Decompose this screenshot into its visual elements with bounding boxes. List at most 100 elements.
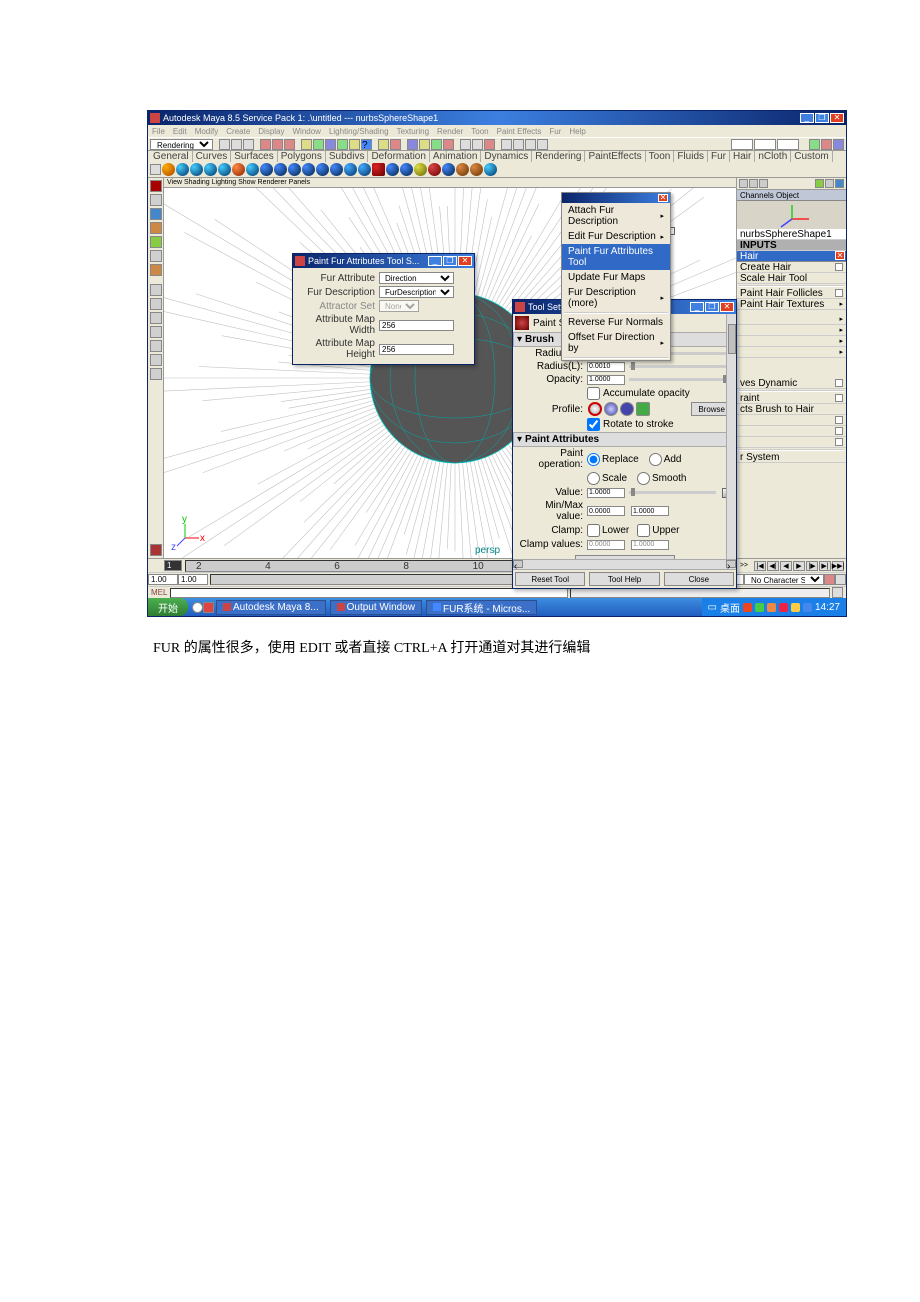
opacity-input[interactable] (587, 375, 625, 385)
layout-icon[interactable] (150, 326, 162, 338)
menu-item[interactable]: Attach Fur Description▸ (562, 203, 670, 229)
menu-modify[interactable]: Modify (195, 127, 219, 136)
maximize-button[interactable]: ❐ (443, 256, 457, 266)
command-input[interactable] (170, 588, 568, 598)
profile-soft-icon[interactable] (604, 402, 618, 416)
tool-icon[interactable] (272, 139, 283, 150)
shelf-tab[interactable]: Dynamics (481, 151, 532, 162)
list-item[interactable]: ▸ (737, 325, 846, 336)
option-box-icon[interactable] (835, 289, 843, 297)
tray-icon[interactable] (779, 603, 788, 612)
shelf-item-icon[interactable] (232, 163, 245, 176)
rotate-tool-icon[interactable] (150, 222, 162, 234)
shelf-tab[interactable]: PaintEffects (585, 151, 645, 162)
menu-create[interactable]: Create (226, 127, 250, 136)
tool-icon[interactable] (407, 139, 418, 150)
shelf-item-icon[interactable] (330, 163, 343, 176)
system-tray[interactable]: ▭ 桌面 14:27 (702, 598, 846, 616)
tool-icon[interactable] (460, 139, 471, 150)
tool-icon[interactable] (378, 139, 389, 150)
time-slider[interactable]: 2 4 6 8 10 12 14 16 << >> |◀ ◀| ◀ ▶ |▶ ▶… (148, 558, 846, 572)
menu-item[interactable]: Update Fur Maps (562, 270, 670, 285)
move-tool-icon[interactable] (150, 208, 162, 220)
list-item[interactable] (737, 437, 846, 448)
shelf-tabs[interactable]: General Curves Surfaces Polygons Subdivs… (148, 151, 846, 162)
maximize-button[interactable]: ❐ (705, 302, 719, 312)
shelf-tab[interactable]: Rendering (532, 151, 585, 162)
cb-icon[interactable] (815, 179, 824, 188)
op-replace-radio[interactable] (587, 453, 600, 466)
play-back-button[interactable]: ◀ (780, 561, 792, 571)
menu-item[interactable]: Fur Description (more)▸ (562, 285, 670, 311)
coord-y-input[interactable] (754, 139, 776, 150)
character-select[interactable]: No Character Set (744, 574, 824, 585)
profile-solid-icon[interactable] (620, 402, 634, 416)
tray-icon[interactable] (755, 603, 764, 612)
play-button[interactable]: ▶ (793, 561, 805, 571)
tool-icon[interactable] (313, 139, 324, 150)
shelf-tab[interactable]: Toon (646, 151, 675, 162)
shelf-tab[interactable]: Hair (730, 151, 755, 162)
taskbar-item[interactable]: Autodesk Maya 8... (216, 600, 326, 615)
tool-icon[interactable] (301, 139, 312, 150)
tool-icon[interactable] (472, 139, 483, 150)
render-icon[interactable] (501, 139, 512, 150)
shelf-item-icon[interactable] (414, 163, 427, 176)
minimize-button[interactable]: _ (800, 113, 814, 123)
tool-icon[interactable] (260, 139, 271, 150)
list-item[interactable]: ves Dynamic (737, 378, 846, 389)
tool-icon[interactable] (443, 139, 454, 150)
cb-icon[interactable] (835, 179, 844, 188)
maximize-button[interactable]: ❐ (815, 113, 829, 123)
map-width-input[interactable] (379, 320, 454, 331)
shelf-tab[interactable]: Surfaces (231, 151, 277, 162)
menu-close-icon[interactable]: ✕ (658, 194, 668, 202)
list-item[interactable]: ▸ (737, 336, 846, 347)
tool-icon[interactable] (537, 139, 548, 150)
quick-render-icon[interactable] (150, 544, 162, 556)
hair-header[interactable]: Hair (740, 251, 758, 262)
tool-icon[interactable] (484, 139, 495, 150)
menu-fur[interactable]: Fur (549, 127, 561, 136)
flood-button[interactable]: Flood (575, 555, 675, 559)
anim-start-input[interactable] (148, 574, 178, 585)
list-item[interactable]: cts Brush to Hair (737, 404, 846, 415)
op-scale-radio[interactable] (587, 472, 600, 485)
tool-icon[interactable] (337, 139, 348, 150)
option-box-icon[interactable] (835, 416, 843, 424)
map-height-input[interactable] (379, 344, 454, 355)
shelf-tab[interactable]: Polygons (278, 151, 326, 162)
shelf-tab[interactable]: Subdivs (326, 151, 369, 162)
max-input[interactable] (631, 506, 669, 516)
min-input[interactable] (587, 506, 625, 516)
panel-close-icon[interactable]: ✕ (835, 251, 845, 260)
menu-window[interactable]: Window (293, 127, 321, 136)
shelf-toggle-icon[interactable] (150, 164, 161, 175)
open-scene-icon[interactable] (231, 139, 242, 150)
menu-display[interactable]: Display (258, 127, 284, 136)
current-time-input[interactable] (164, 560, 182, 571)
tray-icon[interactable] (803, 603, 812, 612)
clock[interactable]: 14:27 (815, 602, 840, 613)
menu-item[interactable]: Reverse Fur Normals (562, 315, 670, 330)
option-box-icon[interactable] (835, 394, 843, 402)
reset-tool-button[interactable]: Reset Tool (515, 572, 585, 586)
shelf-item-icon[interactable] (400, 163, 413, 176)
shelf-item-icon[interactable] (484, 163, 497, 176)
end-button[interactable]: ▶▶| (832, 561, 844, 571)
tool-icon[interactable] (419, 139, 430, 150)
prefs-icon[interactable] (835, 574, 846, 585)
shelf-item-icon[interactable] (428, 163, 441, 176)
menu-help[interactable]: Help (569, 127, 585, 136)
script-editor-icon[interactable] (832, 587, 843, 598)
value-slider[interactable] (629, 491, 716, 494)
option-box-icon[interactable] (835, 379, 843, 387)
tool-help-button[interactable]: Tool Help (589, 572, 659, 586)
cb-icon[interactable] (759, 179, 768, 188)
manip-tool-icon[interactable] (150, 250, 162, 262)
range-slider[interactable]: No Character Set (148, 572, 846, 586)
collapse-icon[interactable]: ▾ (517, 334, 522, 345)
radius-l-input[interactable] (587, 362, 625, 372)
coord-x-input[interactable] (731, 139, 753, 150)
step-back-button[interactable]: ◀| (767, 561, 779, 571)
